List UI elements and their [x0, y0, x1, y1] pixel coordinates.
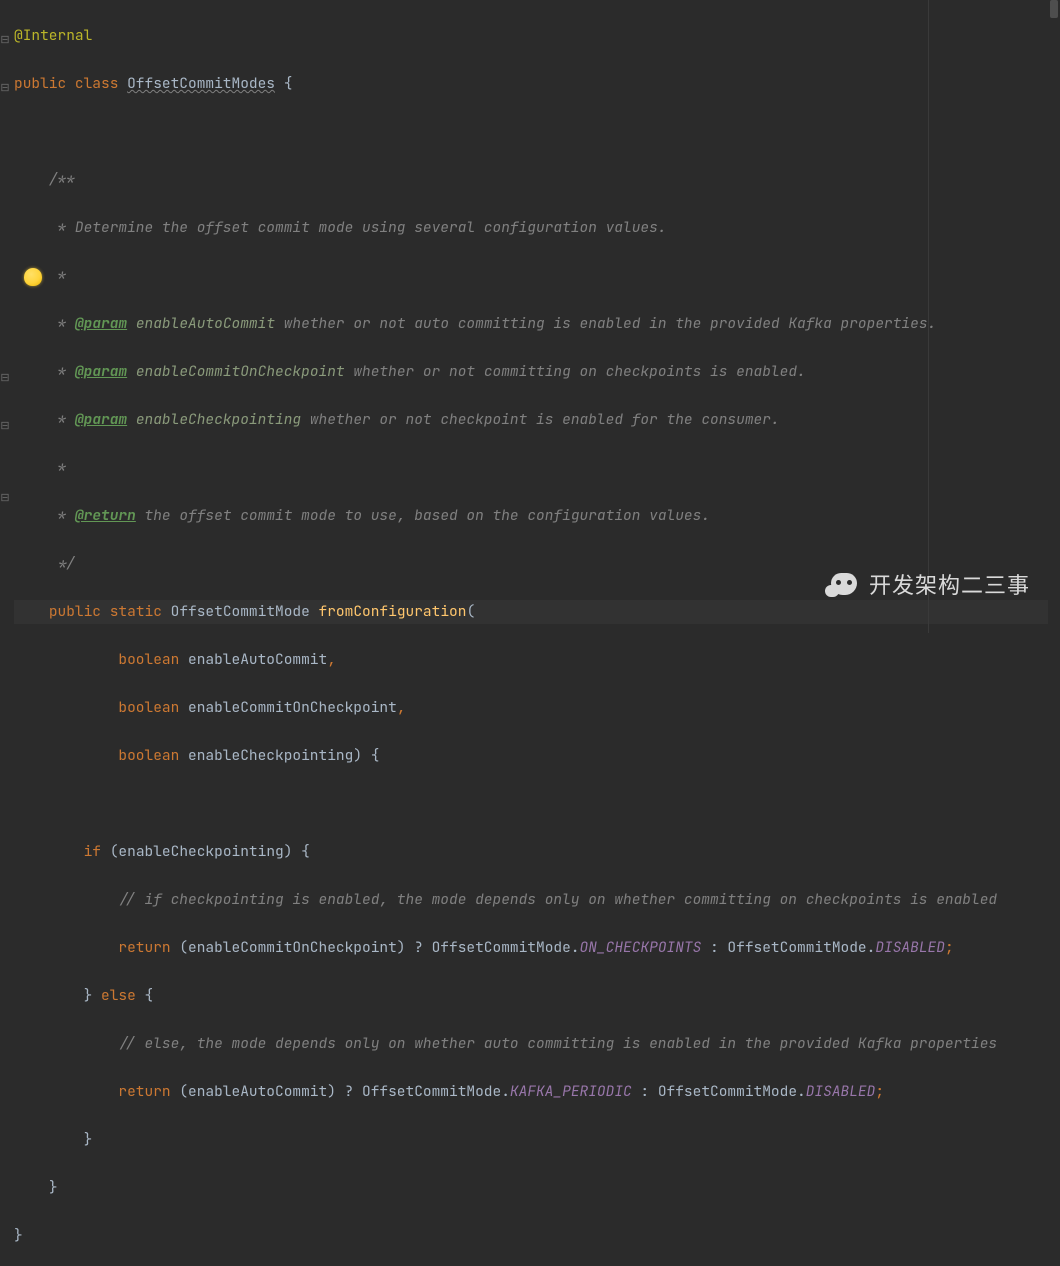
- watermark: 开发架构二三事: [825, 571, 1030, 601]
- kw-return: return: [118, 1082, 170, 1101]
- kw-else: else: [101, 986, 136, 1005]
- comma: ,: [397, 698, 406, 717]
- javadoc-text: the offset commit mode to use, based on …: [136, 506, 710, 525]
- fold-marker-icon[interactable]: ⊟: [0, 76, 10, 100]
- if-cond: (enableCheckpointing) {: [101, 842, 310, 861]
- gutter: ⊟ ⊟ ⊟ ⊟ ⊟: [0, 0, 14, 633]
- fold-marker-icon[interactable]: ⊟: [0, 366, 10, 390]
- code-area[interactable]: @Internal public class OffsetCommitModes…: [14, 0, 1060, 633]
- enum-const: KAFKA_PERIODIC: [510, 1082, 632, 1101]
- javadoc-line: *: [49, 506, 75, 525]
- expr: (enableAutoCommit) ? OffsetCommitMode.: [171, 1082, 510, 1101]
- caret-line[interactable]: public static OffsetCommitMode fromConfi…: [14, 600, 1060, 624]
- return-type: OffsetCommitMode: [171, 602, 319, 621]
- brace: }: [49, 1178, 58, 1197]
- javadoc-line: * Determine the offset commit mode using…: [49, 218, 667, 237]
- fold-marker-icon[interactable]: ⊟: [0, 414, 10, 438]
- javadoc-line: *: [49, 314, 75, 333]
- enum-const: DISABLED: [875, 938, 945, 957]
- kw-return: return: [118, 938, 170, 957]
- javadoc-text: whether or not checkpoint is enabled for…: [301, 410, 780, 429]
- comment: // if checkpointing is enabled, the mode…: [118, 890, 997, 909]
- semicolon: ;: [945, 938, 954, 957]
- kw-if: if: [84, 842, 101, 861]
- fold-marker-icon[interactable]: ⊟: [0, 486, 10, 510]
- expr: (enableCommitOnCheckpoint) ? OffsetCommi…: [171, 938, 580, 957]
- expr: : OffsetCommitMode.: [701, 938, 875, 957]
- javadoc-param-tag: @param: [75, 314, 127, 333]
- scrollbar-thumb[interactable]: [1050, 0, 1058, 18]
- param: enableCommitOnCheckpoint: [179, 698, 397, 717]
- javadoc-open: /**: [49, 170, 75, 189]
- paren-close: ) {: [353, 746, 379, 765]
- param: enableCheckpointing: [179, 746, 353, 765]
- watermark-text: 开发架构二三事: [869, 574, 1030, 598]
- paren: (: [466, 602, 475, 621]
- kw-boolean: boolean: [118, 650, 179, 669]
- javadoc-text: whether or not auto committing is enable…: [275, 314, 936, 333]
- javadoc-text: whether or not committing on checkpoints…: [345, 362, 806, 381]
- param: enableAutoCommit: [179, 650, 327, 669]
- javadoc-line: *: [49, 266, 66, 285]
- kw-public: public: [14, 74, 66, 93]
- kw-static: static: [110, 602, 162, 621]
- comment: // else, the mode depends only on whethe…: [118, 1034, 997, 1053]
- javadoc-param-tag: @param: [75, 410, 127, 429]
- expr: : OffsetCommitMode.: [632, 1082, 806, 1101]
- javadoc-line: *: [49, 362, 75, 381]
- javadoc-param-name: enableAutoCommit: [127, 314, 275, 333]
- brace: {: [136, 986, 153, 1005]
- brace: }: [84, 986, 101, 1005]
- enum-const: ON_CHECKPOINTS: [580, 938, 702, 957]
- javadoc-line: *: [49, 458, 66, 477]
- method-name: fromConfiguration: [319, 602, 467, 621]
- javadoc-param-tag: @param: [75, 362, 127, 381]
- kw-boolean: boolean: [118, 746, 179, 765]
- kw-class: class: [75, 74, 119, 93]
- brace: }: [14, 1226, 23, 1245]
- javadoc-return-tag: @return: [75, 506, 136, 525]
- vertical-scrollbar[interactable]: [1048, 0, 1060, 633]
- javadoc-param-name: enableCommitOnCheckpoint: [127, 362, 345, 381]
- comma: ,: [327, 650, 336, 669]
- semicolon: ;: [875, 1082, 884, 1101]
- brace: }: [84, 1130, 93, 1149]
- javadoc-param-name: enableCheckpointing: [127, 410, 301, 429]
- wechat-icon: [825, 571, 859, 601]
- annotation: @Internal: [14, 26, 92, 45]
- fold-marker-icon[interactable]: ⊟: [0, 28, 10, 52]
- code-editor[interactable]: ⊟ ⊟ ⊟ ⊟ ⊟ @Internal public class OffsetC…: [0, 0, 1060, 633]
- javadoc-line: *: [49, 410, 75, 429]
- kw-boolean: boolean: [118, 698, 179, 717]
- brace: {: [275, 74, 292, 93]
- kw-public: public: [49, 602, 101, 621]
- javadoc-close: */: [49, 554, 75, 573]
- enum-const: DISABLED: [806, 1082, 876, 1101]
- class-name: OffsetCommitModes: [127, 74, 275, 93]
- right-margin-guide: [928, 0, 929, 633]
